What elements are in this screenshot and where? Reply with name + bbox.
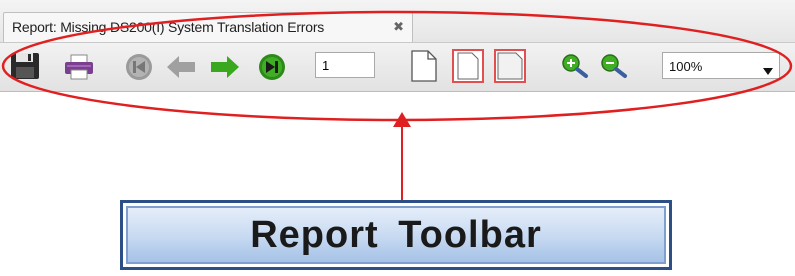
single-page-icon[interactable] xyxy=(410,49,438,83)
zoom-in-icon[interactable] xyxy=(561,53,589,79)
report-toolbar: 100% xyxy=(0,42,795,92)
next-page-icon[interactable] xyxy=(210,55,240,79)
callout-box: Report Toolbar xyxy=(120,200,672,270)
fit-width-icon[interactable] xyxy=(494,49,526,83)
tab-strip: Report: Missing DS200(I) System Translat… xyxy=(0,0,795,42)
chevron-down-icon xyxy=(763,62,773,80)
tab-title: Report: Missing DS200(I) System Translat… xyxy=(12,19,325,35)
save-icon[interactable] xyxy=(10,52,40,80)
last-page-icon[interactable] xyxy=(257,52,287,82)
previous-page-icon[interactable] xyxy=(166,55,196,79)
page-number-input[interactable] xyxy=(315,52,375,78)
zoom-select[interactable]: 100% xyxy=(662,52,780,79)
annotation-arrow xyxy=(393,112,411,202)
zoom-value: 100% xyxy=(669,59,703,74)
print-icon[interactable] xyxy=(64,54,94,80)
report-tab[interactable]: Report: Missing DS200(I) System Translat… xyxy=(3,12,413,42)
close-icon[interactable]: ✖ xyxy=(393,19,404,35)
fit-page-icon[interactable] xyxy=(452,49,484,83)
first-page-icon[interactable] xyxy=(124,52,154,82)
callout-label: Report Toolbar xyxy=(250,213,542,256)
zoom-out-icon[interactable] xyxy=(600,53,628,79)
